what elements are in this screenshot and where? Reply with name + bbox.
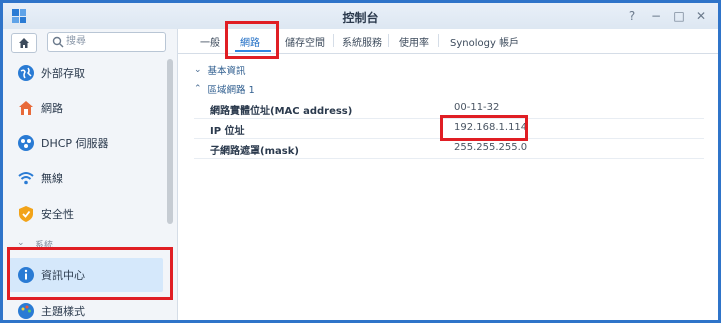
tab-general[interactable]: 一般 xyxy=(200,34,220,49)
row-label: 子網路遮罩(mask) xyxy=(210,146,299,157)
sidebar-item-label: 外部存取 xyxy=(41,67,85,80)
sidebar-item-wireless[interactable]: 無線 xyxy=(9,163,163,193)
highlight-box-network-tab xyxy=(225,21,279,59)
control-panel-window: 控制台 ? − □ ✕ 外部存取 xyxy=(3,3,718,320)
sidebar-item-security[interactable]: 安全性 xyxy=(9,199,163,229)
sidebar-item-external-access[interactable]: 外部存取 xyxy=(9,58,163,88)
tab-divider xyxy=(438,34,439,47)
main-panel: 一般 網路 儲存空間 系統服務 使用率 Synology 帳戶 ⌄ 基本資訊 ⌃… xyxy=(178,21,718,320)
table-row: 子網路遮罩(mask) 255.255.255.0 xyxy=(194,139,704,159)
shield-icon xyxy=(17,205,35,223)
sidebar-item-label: 安全性 xyxy=(41,208,74,221)
sidebar-item-label: 網路 xyxy=(41,102,63,115)
home-icon xyxy=(19,38,29,48)
dhcp-icon xyxy=(17,134,35,152)
window-title: 控制台 xyxy=(342,11,379,25)
section-title: 區域網路 1 xyxy=(207,85,255,96)
chevron-down-icon: ⌄ xyxy=(194,65,202,75)
house-icon xyxy=(17,99,35,117)
sidebar: 外部存取 網路 DHCP 伺服器 無線 安全性 ⌄ 系統 xyxy=(3,29,178,320)
highlight-box-info-center xyxy=(7,247,173,300)
tab-services[interactable]: 系統服務 xyxy=(342,34,382,49)
sidebar-item-label: 主題樣式 xyxy=(41,305,85,318)
row-value: 255.255.255.0 xyxy=(454,142,528,153)
chevron-up-icon: ⌃ xyxy=(194,84,202,94)
sidebar-item-label: DHCP 伺服器 xyxy=(41,137,109,150)
sidebar-item-dhcp-server[interactable]: DHCP 伺服器 xyxy=(9,128,163,158)
wifi-icon xyxy=(17,169,35,187)
tab-divider xyxy=(333,34,334,47)
title-bar: 控制台 ? − □ ✕ xyxy=(3,3,718,30)
tab-synology-account[interactable]: Synology 帳戶 xyxy=(450,34,519,49)
palette-icon xyxy=(17,302,35,320)
search-input[interactable] xyxy=(66,34,160,49)
tab-storage[interactable]: 儲存空間 xyxy=(285,34,325,49)
close-button[interactable]: ✕ xyxy=(693,8,709,24)
sidebar-item-label: 無線 xyxy=(41,172,63,185)
section-lan-1[interactable]: ⌃ 區域網路 1 xyxy=(194,82,255,96)
tab-resource-usage[interactable]: 使用率 xyxy=(399,34,429,49)
home-button[interactable] xyxy=(11,33,37,53)
search-icon xyxy=(52,36,64,48)
section-basic-info[interactable]: ⌄ 基本資訊 xyxy=(194,63,246,77)
minimize-button[interactable]: − xyxy=(648,8,664,24)
row-label: 網路實體位址(MAC address) xyxy=(210,106,353,117)
globe-icon xyxy=(17,64,35,82)
row-value: 00-11-32 xyxy=(454,102,500,113)
sidebar-item-network[interactable]: 網路 xyxy=(9,93,163,123)
section-title: 基本資訊 xyxy=(207,66,246,77)
help-button[interactable]: ? xyxy=(624,8,640,24)
search-field[interactable] xyxy=(47,32,166,52)
row-label: IP 位址 xyxy=(210,126,245,137)
tab-divider xyxy=(388,34,389,47)
sidebar-scrollbar[interactable] xyxy=(167,59,173,224)
maximize-button[interactable]: □ xyxy=(671,8,687,24)
highlight-box-ip-address xyxy=(440,115,528,141)
